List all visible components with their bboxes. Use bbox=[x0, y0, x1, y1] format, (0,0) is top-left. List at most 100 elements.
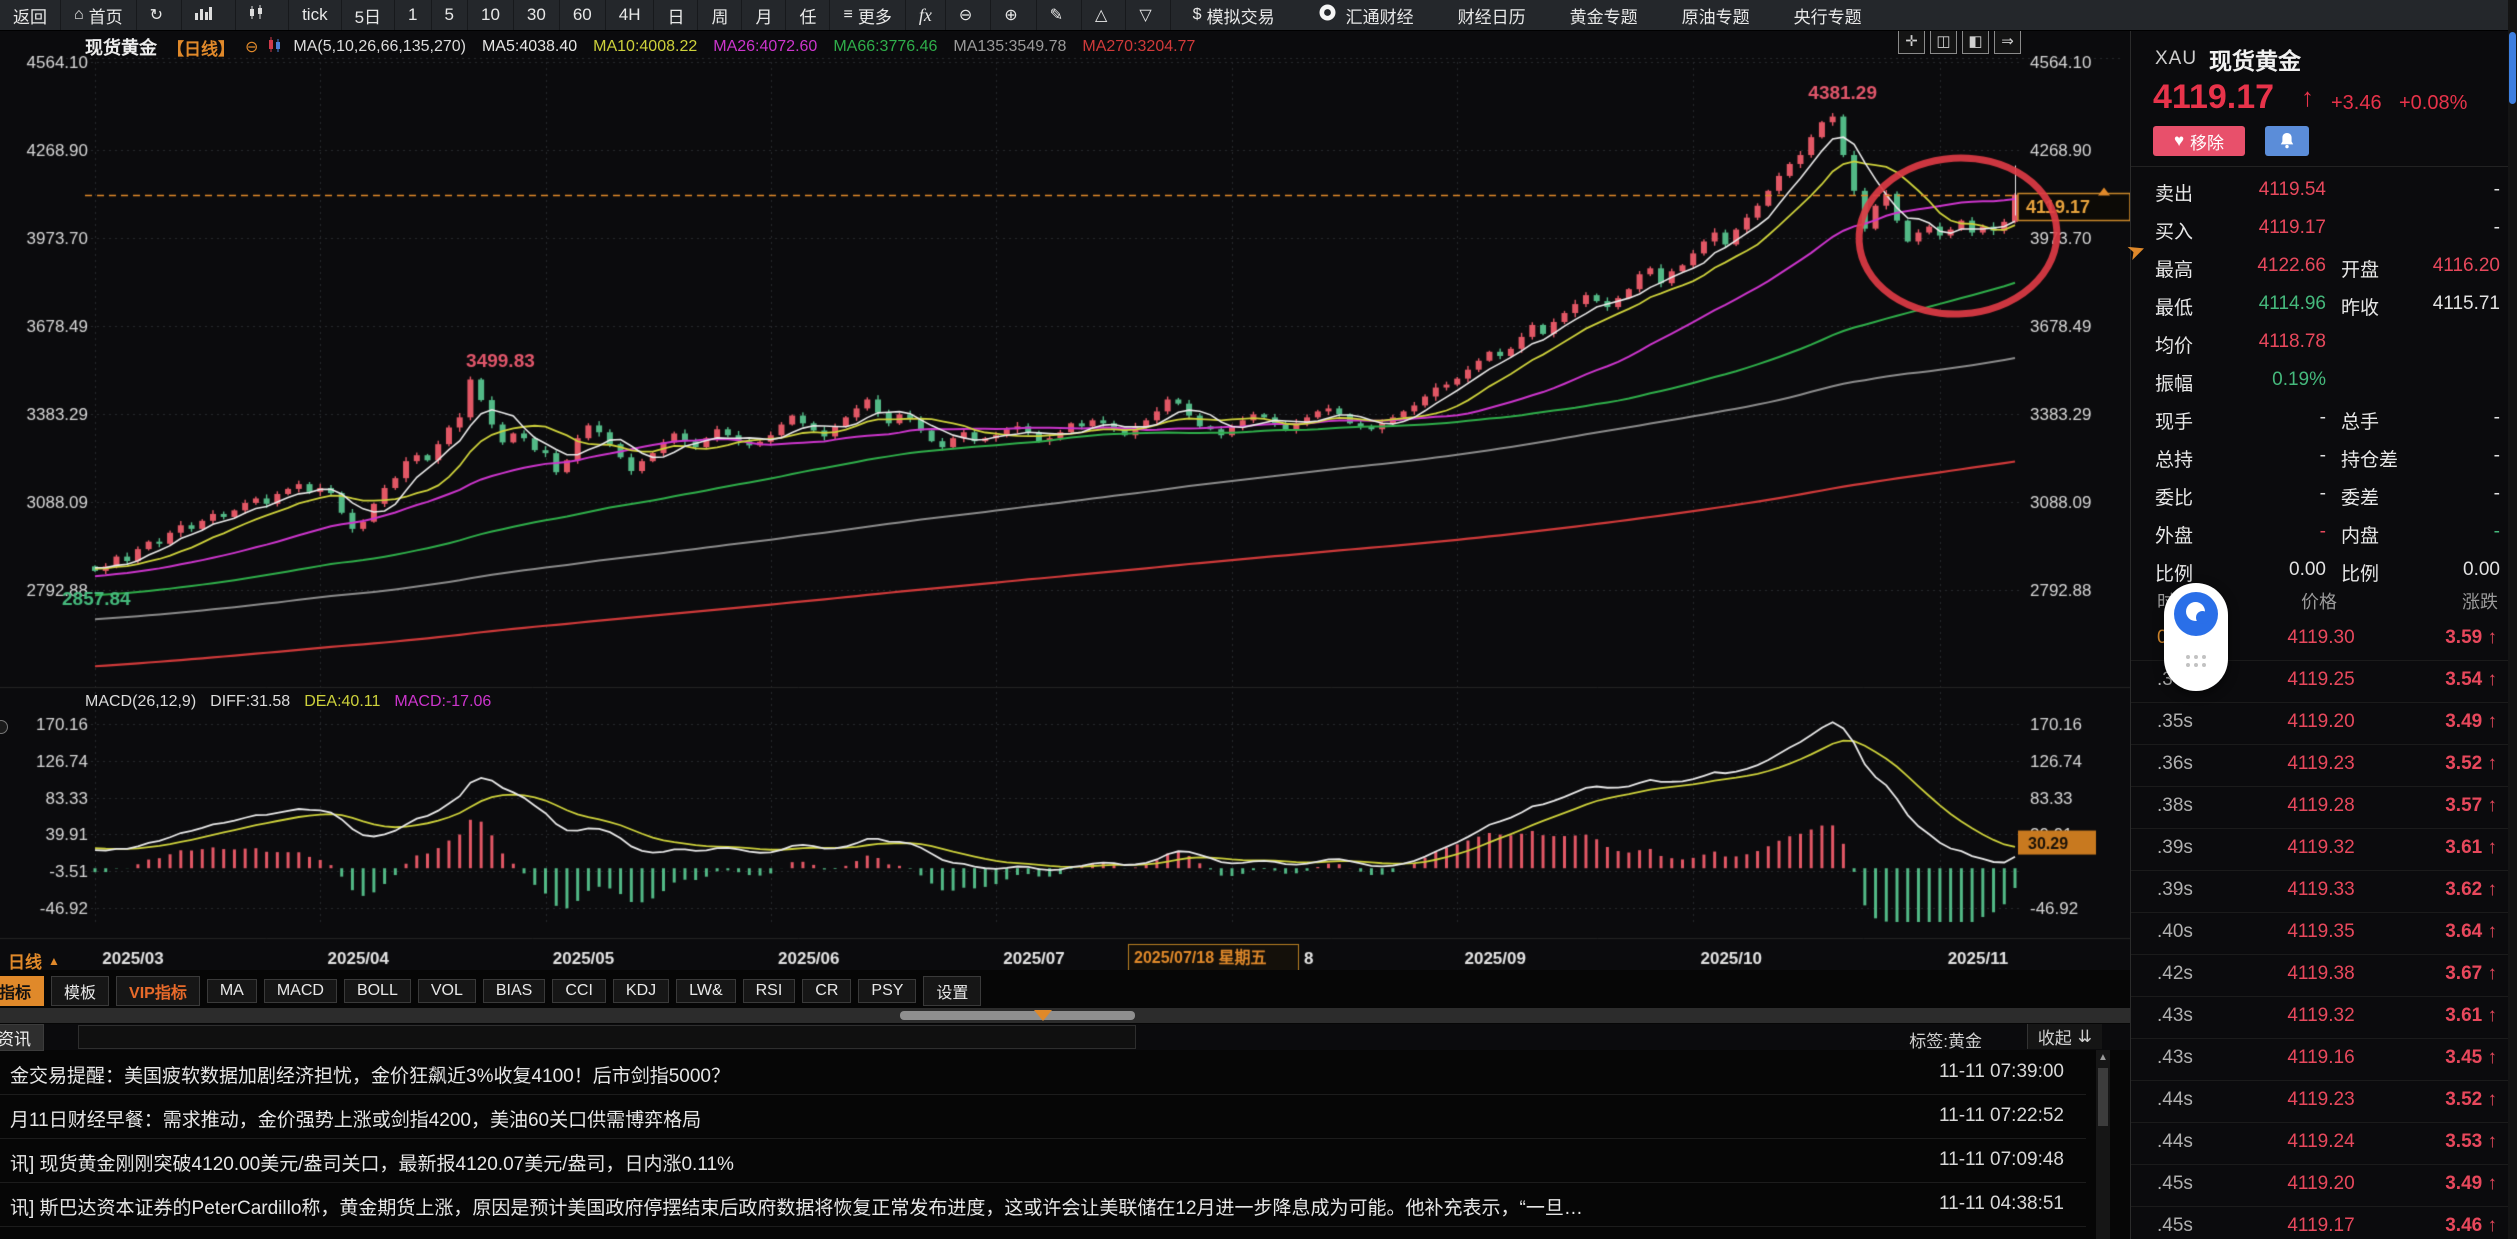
news-item[interactable]: 金交易提醒：美国疲软数据加剧经济担忧，金价狂飙近3%收复4100！后市剑指500… bbox=[0, 1050, 2086, 1095]
toolbar-item-tri-down[interactable]: ▽ bbox=[1126, 0, 1170, 30]
toolbar-item-gold-topic[interactable]: 黄金专题 bbox=[1548, 0, 1660, 30]
quote-label: 振幅 bbox=[2155, 369, 2193, 396]
news-item[interactable]: 讯] 现货黄金刚刚突破4120.00美元/盎司关口，最新报4120.07美元/盎… bbox=[0, 1138, 2086, 1183]
toolbar-item-calendar[interactable]: 财经日历 bbox=[1436, 0, 1548, 30]
toolbar-item-more[interactable]: ≡更多 bbox=[830, 0, 905, 30]
toolbar-item-candle-chart[interactable] bbox=[236, 0, 289, 30]
news-title[interactable]: 金交易提醒：美国疲软数据加剧经济担忧，金价狂飙近3%收复4100！后市剑指500… bbox=[10, 1061, 1830, 1088]
remove-watchlist-button[interactable]: ♥ 移除 bbox=[2153, 126, 2245, 156]
news-title[interactable]: 月11日财经早餐：需求推动，金价强势上涨或剑指4200，美油60关口供需博弈格局 bbox=[10, 1105, 1830, 1132]
tick-price: 4119.20 bbox=[2261, 711, 2381, 733]
news-item[interactable]: 上期所原油期货2510合约夜盘收涨0.06%，价格报462.00元人民币/桶，同… bbox=[0, 1226, 2086, 1239]
tick-price: 4119.24 bbox=[2261, 1131, 2381, 1153]
candlestick-macd-chart[interactable] bbox=[0, 30, 2130, 970]
indicator-tab-模板[interactable]: 模板 bbox=[51, 976, 109, 1006]
chart-region[interactable]: 现货黄金 【日线】 ⊖ MA(5,10,26,66,135,270)MA5:40… bbox=[0, 30, 2130, 970]
toolbar-item-fx[interactable]: fx bbox=[906, 0, 946, 30]
toolbar-item-1m[interactable]: 1 bbox=[395, 0, 431, 30]
indicator-tab-BIAS[interactable]: BIAS bbox=[483, 979, 545, 1003]
toolbar-item-fx168[interactable]: 汇通财经 bbox=[1297, 0, 1436, 30]
indicator-tab-指标[interactable]: 指标 bbox=[0, 976, 44, 1006]
tick-change: 3.67 ↑ bbox=[2445, 963, 2497, 985]
quote-value: 4119.17 bbox=[2221, 217, 2326, 239]
toolbar-item-5m[interactable]: 5 bbox=[432, 0, 468, 30]
top-toolbar: 返回⌂首页↻ tick5日151030604H日周月任≡更多fx⊖⊕✎△▽$模拟交… bbox=[0, 0, 2517, 31]
news-scroll-thumb[interactable] bbox=[2098, 1068, 2108, 1126]
toolbar-item-week[interactable]: 周 bbox=[698, 0, 742, 30]
indicator-tab-VOL[interactable]: VOL bbox=[418, 979, 476, 1003]
scroll-up-icon[interactable]: ▲ bbox=[2096, 1050, 2110, 1066]
pane-export-icon[interactable]: ⇒ bbox=[1994, 27, 2021, 54]
indicator-tab-RSI[interactable]: RSI bbox=[743, 979, 796, 1003]
news-timestamp: 11-11 07:39:00 bbox=[1939, 1061, 2064, 1083]
indicator-tab-设置[interactable]: 设置 bbox=[923, 976, 981, 1006]
indicator-tab-CR[interactable]: CR bbox=[802, 979, 851, 1003]
chart-horizontal-scrollbar[interactable] bbox=[0, 1008, 2130, 1023]
toolbar-item-sim-trade[interactable]: $模拟交易 bbox=[1171, 0, 1297, 30]
crosshair-icon[interactable]: ✛ bbox=[1898, 27, 1925, 54]
quote-value: 4114.96 bbox=[2221, 293, 2326, 315]
page-scroll-thumb[interactable] bbox=[2509, 32, 2516, 104]
assistant-logo-icon[interactable] bbox=[2174, 592, 2218, 636]
page-scrollbar[interactable] bbox=[2508, 0, 2517, 1239]
tick-row: .35s4119.203.49 ↑ bbox=[2131, 702, 2511, 745]
pane-left-icon[interactable]: ◫ bbox=[1930, 27, 1957, 54]
toolbar-item-month[interactable]: 月 bbox=[742, 0, 786, 30]
tick-time: .45s bbox=[2157, 1173, 2193, 1195]
quote-value: 0.19% bbox=[2221, 369, 2326, 391]
toolbar-item-cb-topic[interactable]: 央行专题 bbox=[1772, 0, 1884, 30]
news-collapse-button[interactable]: 收起 ⇊ bbox=[2027, 1024, 2102, 1049]
hscroll-caret-icon[interactable] bbox=[1034, 1010, 1052, 1021]
pane-right-icon[interactable]: ◧ bbox=[1962, 27, 1989, 54]
toolbar-item-30m[interactable]: 30 bbox=[514, 0, 560, 30]
indicator-tab-CCI[interactable]: CCI bbox=[552, 979, 606, 1003]
indicator-tab-LW&[interactable]: LW& bbox=[676, 979, 735, 1003]
toolbar-item-tri-up[interactable]: △ bbox=[1082, 0, 1126, 30]
news-scrollbar[interactable]: ▲ bbox=[2096, 1050, 2110, 1239]
news-item[interactable]: 月11日财经早餐：需求推动，金价强势上涨或剑指4200，美油60关口供需博弈格局… bbox=[0, 1094, 2086, 1139]
indicator-tab-VIP指标[interactable]: VIP指标 bbox=[116, 976, 200, 1006]
toolbar-item-bar-chart[interactable] bbox=[182, 0, 236, 30]
indicator-tab-KDJ[interactable]: KDJ bbox=[613, 979, 669, 1003]
toolbar-item-home[interactable]: ⌂首页 bbox=[61, 0, 137, 30]
toolbar-item-4h[interactable]: 4H bbox=[606, 0, 655, 30]
tick-change: 3.45 ↑ bbox=[2445, 1047, 2497, 1069]
indicator-tab-MA[interactable]: MA bbox=[207, 979, 257, 1003]
toolbar-item-zoom-out[interactable]: ⊖ bbox=[946, 0, 991, 30]
news-title[interactable]: 讯] 斯巴达资本证券的PeterCardillo称，黄金期货上涨，原因是预计美国… bbox=[10, 1193, 1830, 1220]
time-sales-list[interactable]: 08:4119.303.59 ↑.34s4119.253.54 ↑.35s411… bbox=[2131, 618, 2517, 1239]
mini-candle-icon[interactable] bbox=[268, 37, 283, 57]
toolbar-item-5d[interactable]: 5日 bbox=[342, 0, 395, 30]
alert-bell-button[interactable] bbox=[2265, 126, 2309, 156]
tick-time: .44s bbox=[2157, 1131, 2193, 1153]
toolbar-item-custom[interactable]: 任 bbox=[786, 0, 830, 30]
toolbar-item-60m[interactable]: 60 bbox=[560, 0, 606, 30]
toolbar-item-zoom-in[interactable]: ⊕ bbox=[991, 0, 1036, 30]
toolbar-item-day[interactable]: 日 bbox=[654, 0, 698, 30]
drag-handle-icon[interactable] bbox=[2186, 655, 2206, 669]
toolbar-item-back[interactable]: 返回 bbox=[0, 0, 61, 30]
browser-assistant-widget[interactable] bbox=[2164, 583, 2228, 691]
ts-col-change: 涨跌 bbox=[2462, 588, 2498, 614]
indicator-tab-BOLL[interactable]: BOLL bbox=[344, 979, 411, 1003]
toolbar-item-tick[interactable]: tick bbox=[289, 0, 342, 30]
news-filter-input[interactable] bbox=[78, 1025, 1136, 1049]
tick-row: .40s4119.353.64 ↑ bbox=[2131, 912, 2511, 955]
quote-label: 开盘 bbox=[2341, 255, 2379, 282]
period-selector[interactable]: 日线 ▲ bbox=[8, 948, 60, 973]
toolbar-item-draw[interactable]: ✎ bbox=[1037, 0, 1082, 30]
remove-indicator-icon[interactable]: ⊖ bbox=[245, 37, 258, 57]
news-tab[interactable]: 资讯 bbox=[0, 1024, 44, 1051]
news-item[interactable]: 讯] 斯巴达资本证券的PeterCardillo称，黄金期货上涨，原因是预计美国… bbox=[0, 1182, 2086, 1227]
chart-symbol: 现货黄金 bbox=[85, 34, 157, 60]
toolbar-item-refresh[interactable]: ↻ bbox=[137, 0, 182, 30]
hscroll-thumb[interactable] bbox=[900, 1011, 1135, 1020]
indicator-tab-PSY[interactable]: PSY bbox=[858, 979, 916, 1003]
quote-value: - bbox=[2221, 483, 2326, 505]
tick-time: .43s bbox=[2157, 1005, 2193, 1027]
news-title[interactable]: 讯] 现货黄金刚刚突破4120.00美元/盎司关口，最新报4120.07美元/盎… bbox=[10, 1149, 1830, 1176]
tick-row: .43s4119.163.45 ↑ bbox=[2131, 1038, 2511, 1081]
toolbar-item-oil-topic[interactable]: 原油专题 bbox=[1660, 0, 1772, 30]
toolbar-item-10m[interactable]: 10 bbox=[468, 0, 514, 30]
indicator-tab-MACD[interactable]: MACD bbox=[264, 979, 337, 1003]
